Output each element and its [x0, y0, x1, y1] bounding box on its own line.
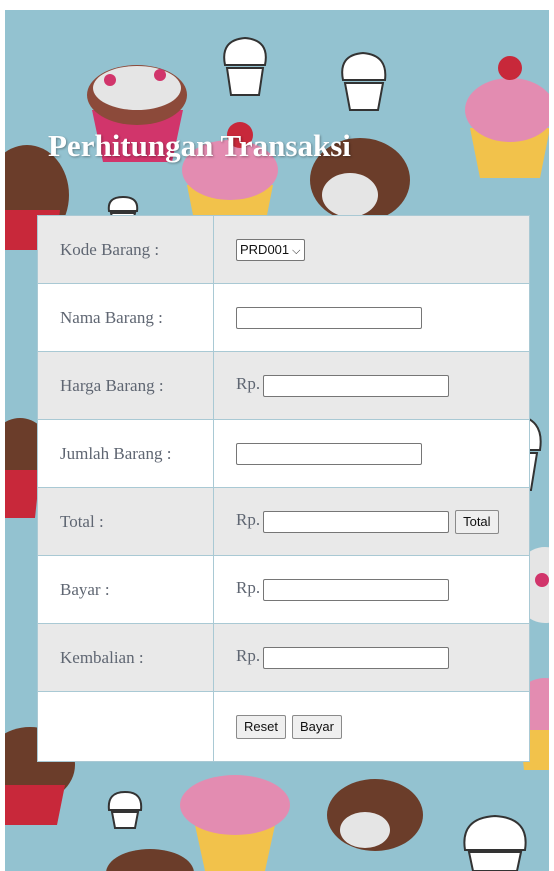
- cupcake-decoration: [106, 849, 194, 871]
- reset-button[interactable]: Reset: [236, 714, 286, 739]
- cupcake-decoration: [465, 56, 549, 178]
- row-jumlah-barang: Jumlah Barang :: [37, 419, 530, 488]
- empty-cell: [37, 691, 214, 762]
- row-kembalian: Kembalian : Rp.: [37, 623, 530, 692]
- currency-prefix: Rp.: [236, 578, 261, 598]
- kembalian-label: Kembalian :: [37, 623, 214, 692]
- chevron-down-icon: ⌵: [292, 244, 301, 257]
- nama-barang-input[interactable]: [236, 306, 422, 329]
- row-bayar: Bayar : Rp.: [37, 555, 530, 624]
- kode-barang-label: Kode Barang :: [37, 215, 214, 284]
- cupcake-outline-decoration: [463, 814, 527, 871]
- transaction-form: Kode Barang : PRD001 ⌵ Nama Barang : Harg…: [37, 215, 530, 762]
- bayar-label: Bayar :: [37, 555, 214, 624]
- total-input[interactable]: [263, 510, 450, 533]
- bayar-input[interactable]: [263, 578, 450, 601]
- total-label: Total :: [37, 487, 214, 556]
- harga-barang-input[interactable]: [263, 374, 450, 397]
- cupcake-outline-decoration: [341, 51, 387, 111]
- currency-prefix: Rp.: [236, 374, 261, 394]
- kode-barang-select[interactable]: PRD001 ⌵: [236, 238, 306, 261]
- harga-barang-label: Harga Barang :: [37, 351, 214, 420]
- currency-prefix: Rp.: [236, 510, 261, 530]
- page-title: Perhitungan Transaksi: [48, 128, 351, 163]
- cupcake-outline-decoration: [107, 790, 143, 829]
- currency-prefix: Rp.: [236, 646, 261, 666]
- jumlah-barang-label: Jumlah Barang :: [37, 419, 214, 488]
- row-total: Total : Rp. Total: [37, 487, 530, 556]
- nama-barang-label: Nama Barang :: [37, 283, 214, 352]
- row-kode-barang: Kode Barang : PRD001 ⌵: [37, 215, 530, 284]
- cupcake-decoration: [327, 779, 423, 851]
- total-button[interactable]: Total: [455, 509, 499, 534]
- row-actions: Reset Bayar: [37, 691, 530, 762]
- row-harga-barang: Harga Barang : Rp.: [37, 351, 530, 420]
- jumlah-barang-input[interactable]: [236, 442, 422, 465]
- cupcake-outline-decoration: [223, 36, 267, 96]
- row-nama-barang: Nama Barang :: [37, 283, 530, 352]
- kembalian-input[interactable]: [263, 646, 450, 669]
- kode-barang-selected: PRD001: [240, 241, 290, 257]
- bayar-button[interactable]: Bayar: [291, 714, 342, 739]
